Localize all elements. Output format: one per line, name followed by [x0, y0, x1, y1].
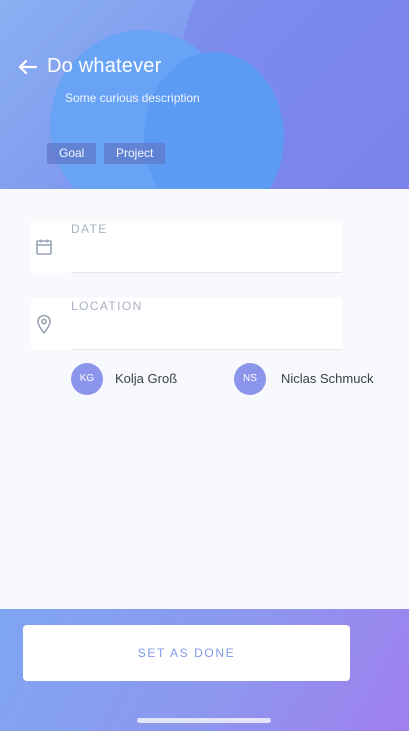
date-field: DATE: [31, 221, 342, 273]
page-description: Some curious description: [65, 91, 200, 105]
tag-goal[interactable]: Goal: [47, 143, 97, 164]
avatar: KG: [71, 362, 103, 395]
footer: SET AS DONE: [0, 609, 409, 731]
date-label: DATE: [71, 222, 108, 236]
participant-chip[interactable]: NS Niclas Schmuck: [234, 362, 373, 395]
location-underline: [71, 349, 342, 350]
participant-name: Kolja Groß: [115, 371, 178, 386]
header: Do whatever Some curious description Goa…: [0, 0, 409, 189]
tag-project[interactable]: Project: [104, 143, 166, 164]
avatar: NS: [234, 362, 266, 395]
calendar-icon: [35, 239, 52, 255]
page-title: Do whatever: [47, 55, 162, 77]
home-indicator: [137, 718, 271, 723]
participant-chip[interactable]: KG Kolja Groß: [71, 362, 177, 395]
back-button[interactable]: [14, 54, 40, 80]
participant-name: Niclas Schmuck: [281, 371, 374, 386]
date-underline: [71, 272, 342, 273]
map-pin-icon: [36, 314, 51, 334]
location-label: LOCATION: [71, 299, 143, 313]
location-input[interactable]: [71, 316, 342, 346]
date-input[interactable]: [71, 239, 342, 269]
date-icon-cell: [31, 221, 56, 273]
location-field: LOCATION: [31, 298, 342, 350]
location-icon-cell: [31, 298, 56, 350]
set-as-done-button[interactable]: SET AS DONE: [23, 625, 350, 681]
arrow-left-icon: [18, 59, 37, 75]
